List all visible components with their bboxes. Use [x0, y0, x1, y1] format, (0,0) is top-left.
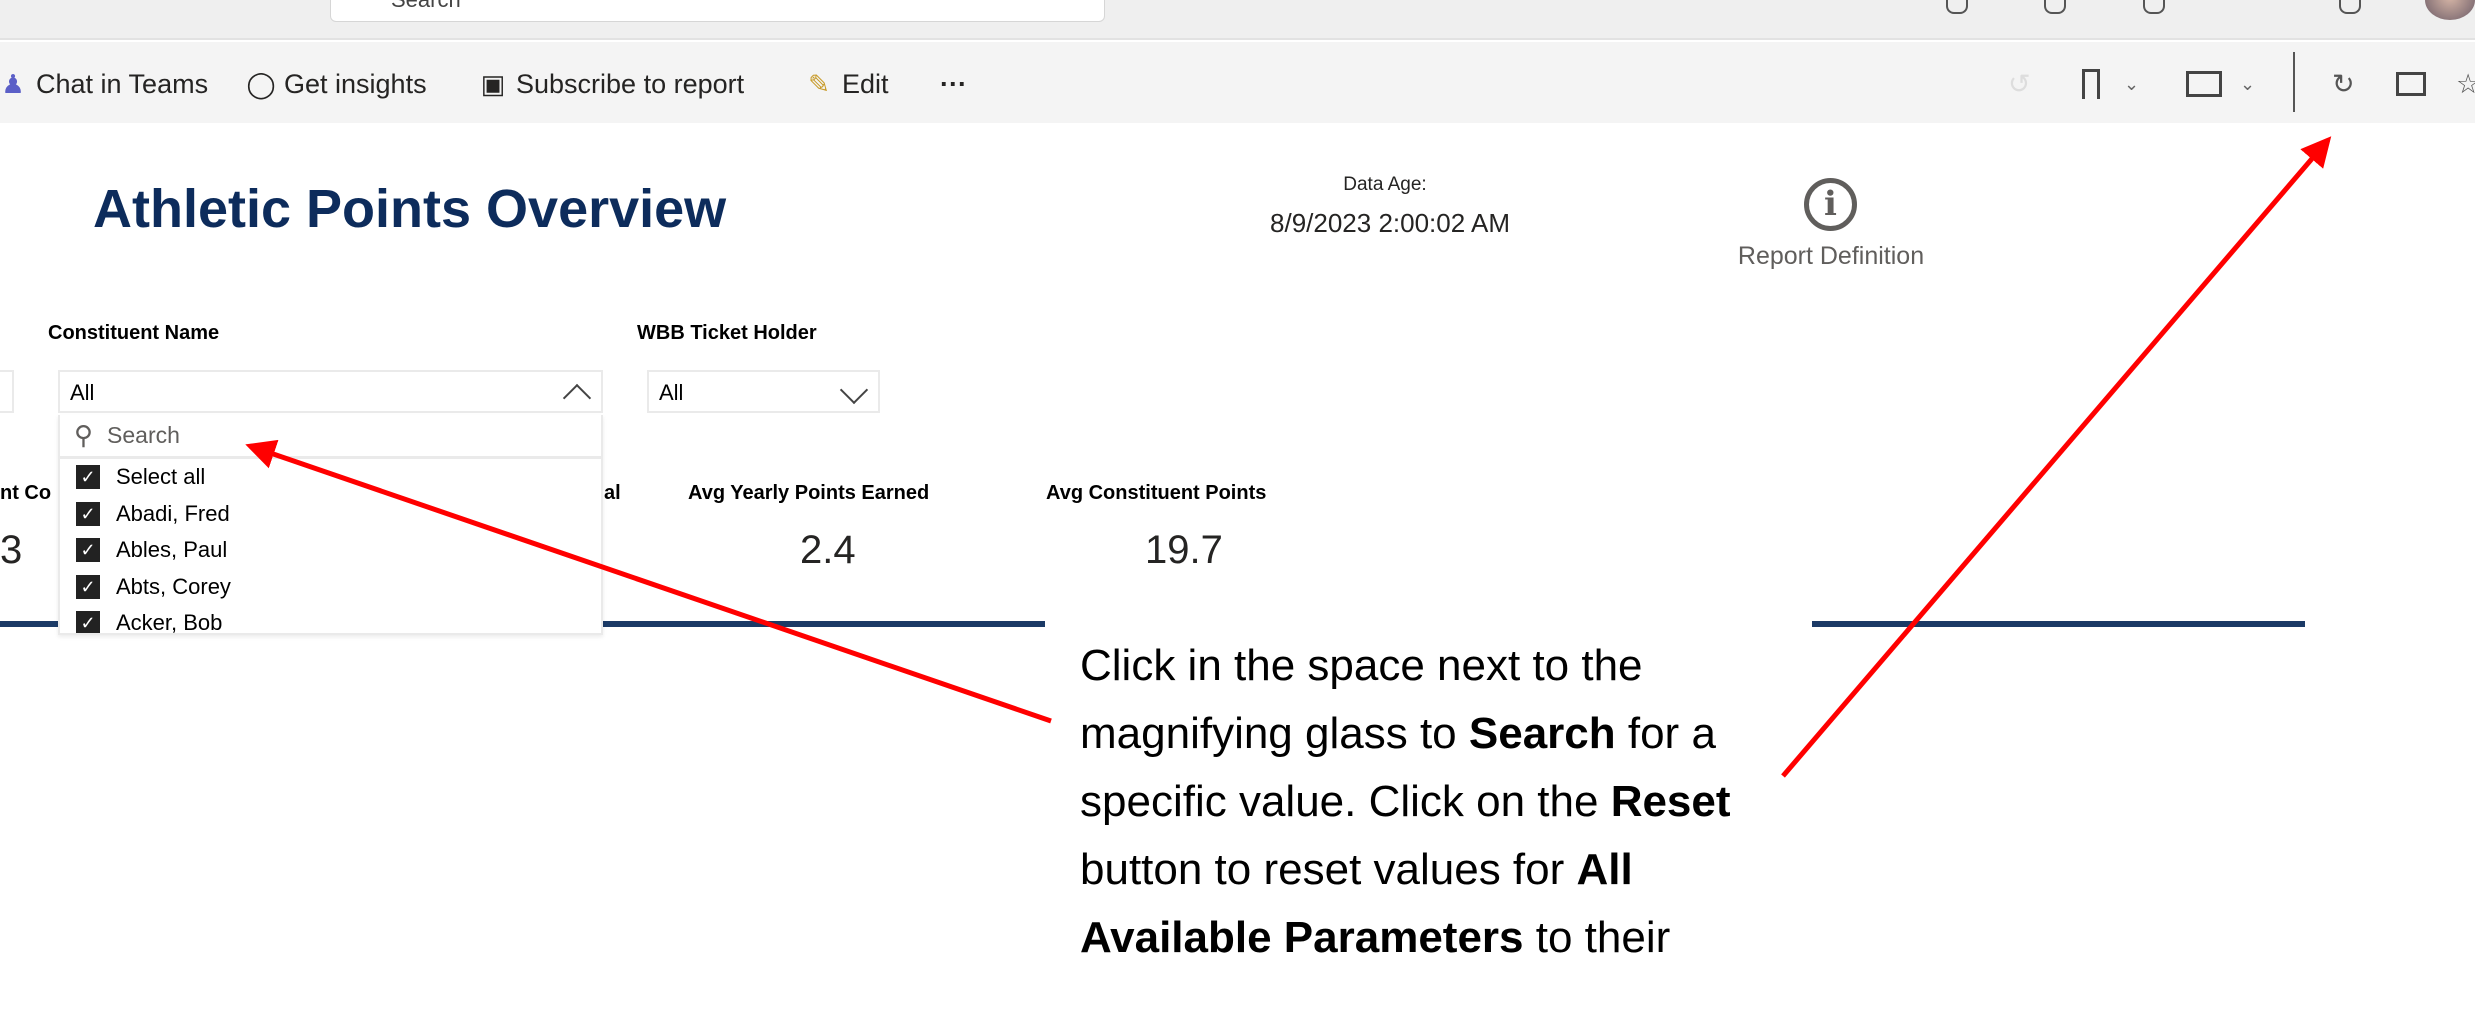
callout-bold: Search: [1468, 709, 1616, 758]
dropdown-value: All: [70, 380, 95, 405]
list-item[interactable]: ✓ Ables, Paul: [60, 532, 601, 569]
callout-text: button to reset values for: [1080, 845, 1577, 894]
settings-icon[interactable]: [2044, 0, 2066, 14]
view-icon[interactable]: ⌄: [2186, 64, 2255, 104]
callout-bold: Reset: [1610, 777, 1731, 826]
search-icon: ⚲: [74, 420, 94, 450]
item-label: Abts, Corey: [116, 573, 231, 599]
label: Edit: [842, 68, 889, 99]
chevron-up-icon: [562, 383, 592, 413]
constituent-name-dropdown[interactable]: All: [58, 370, 603, 413]
chat-in-teams-button[interactable]: ♟ Chat in Teams: [0, 64, 208, 104]
pencil-icon: ✎: [808, 68, 830, 99]
label: Chat in Teams: [36, 68, 209, 99]
card-label-avg-yearly-points: Avg Yearly Points Earned: [688, 482, 930, 504]
bookmark-icon[interactable]: ⌄: [2082, 64, 2139, 104]
item-label: Abadi, Fred: [116, 500, 230, 526]
undo-icon[interactable]: ↺: [2008, 64, 2031, 104]
extensions-icon[interactable]: [1946, 0, 1968, 14]
lightbulb-icon: ◯: [246, 68, 276, 99]
chevron-down-icon: [839, 375, 869, 405]
data-age-label: Data Age:: [1343, 174, 1427, 195]
subscribe-button[interactable]: ▣ Subscribe to report: [480, 64, 744, 104]
chevron-down-icon: ⌄: [2124, 73, 2140, 94]
help-icon[interactable]: [2339, 0, 2361, 14]
browser-search-input[interactable]: Search: [330, 0, 1105, 22]
get-insights-button[interactable]: ◯ Get insights: [246, 64, 427, 104]
info-icon[interactable]: i: [1804, 178, 1857, 231]
constituent-name-label: Constituent Name: [48, 322, 220, 344]
label: Subscribe to report: [516, 68, 745, 99]
list-item-select-all[interactable]: ✓ Select all: [60, 459, 601, 496]
wbb-ticket-holder-label: WBB Ticket Holder: [637, 322, 817, 344]
comment-icon[interactable]: [2396, 64, 2426, 104]
data-age-value: 8/9/2023 2:00:02 AM: [1270, 208, 1510, 238]
card-label: al: [604, 482, 621, 504]
checkbox-checked-icon[interactable]: ✓: [76, 538, 100, 563]
report-toolbar: ♟ Chat in Teams ◯ Get insights ▣ Subscri…: [0, 42, 2475, 123]
toolbar-divider: [2293, 52, 2295, 112]
report-definition-link[interactable]: Report Definition: [1720, 242, 1942, 271]
more-options-button[interactable]: ···: [940, 64, 967, 104]
divider-rule: [1812, 621, 2305, 627]
list-item[interactable]: ✓ Acker, Bob: [60, 605, 601, 635]
item-label: Ables, Paul: [116, 537, 228, 563]
refresh-icon[interactable]: ↻: [2332, 64, 2355, 104]
dropdown-value: All: [659, 380, 684, 405]
favorite-icon[interactable]: ☆: [2456, 64, 2475, 104]
teams-icon: ♟: [1, 68, 25, 99]
label: Get insights: [284, 68, 427, 99]
card-value: 3: [0, 528, 23, 572]
card-label-avg-constituent-points: Avg Constituent Points: [1046, 482, 1267, 504]
download-icon[interactable]: [2143, 0, 2165, 14]
card-value-avg-constituent-points: 19.7: [1145, 528, 1223, 572]
arrow-to-reset: [1781, 136, 2332, 778]
card-label: nt Co: [0, 482, 52, 504]
checkbox-checked-icon[interactable]: ✓: [76, 611, 100, 633]
search-placeholder: Search: [107, 422, 180, 448]
list-item[interactable]: ✓ Abts, Corey: [60, 569, 601, 606]
card-value-avg-yearly-points: 2.4: [800, 528, 856, 572]
page-title: Athletic Points Overview: [93, 179, 727, 239]
subscribe-icon: ▣: [480, 68, 506, 99]
checkbox-checked-icon[interactable]: ✓: [76, 574, 100, 599]
checkbox-checked-icon[interactable]: ✓: [76, 465, 100, 490]
slicer-search-input[interactable]: ⚲ Search: [60, 415, 601, 459]
constituent-dropdown-list: ⚲ Search ✓ Select all ✓ Abadi, Fred ✓ Ables…: [58, 415, 603, 635]
annotation-callout: Click in the space next to the magnifyin…: [1080, 632, 1800, 972]
callout-text: to their: [1523, 913, 1671, 962]
checkbox-checked-icon[interactable]: ✓: [76, 501, 100, 526]
item-label: Acker, Bob: [116, 610, 223, 635]
list-item[interactable]: ✓ Abadi, Fred: [60, 496, 601, 533]
left-slicer-dropdown[interactable]: [0, 370, 14, 413]
wbb-ticket-holder-dropdown[interactable]: All: [647, 370, 880, 413]
chevron-down-icon: ⌄: [2240, 73, 2256, 94]
item-label: Select all: [116, 464, 206, 490]
edit-button[interactable]: ✎ Edit: [806, 64, 889, 104]
